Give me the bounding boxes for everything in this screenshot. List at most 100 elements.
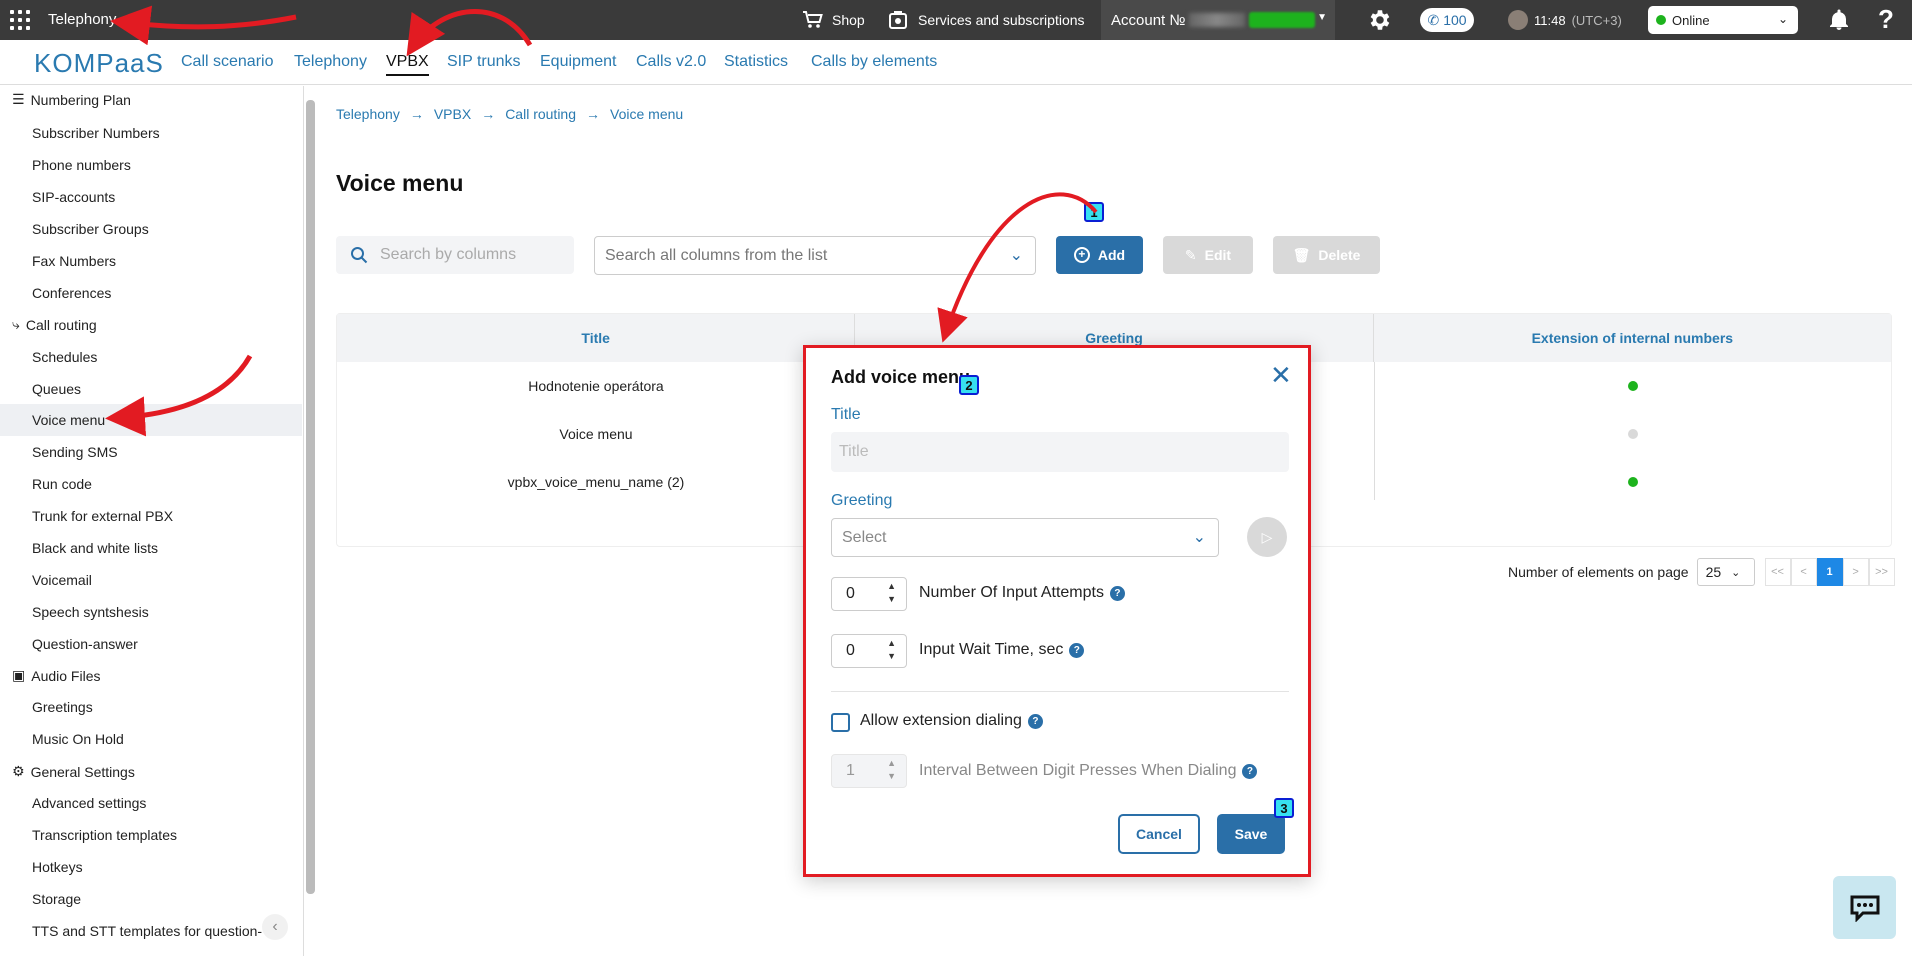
gear-icon: ⚙: [12, 763, 25, 779]
sidebar-group-general-settings[interactable]: ⚙ General Settings: [12, 763, 135, 780]
nav-calls-v2[interactable]: Calls v2.0: [636, 53, 706, 71]
sidebar-item-fax-numbers[interactable]: Fax Numbers: [0, 245, 302, 277]
sidebar-item-black-white-lists[interactable]: Black and white lists: [0, 532, 302, 564]
sidebar-group-call-routing[interactable]: ⤷ Call routing: [12, 316, 97, 333]
sidebar-item-transcription-templates[interactable]: Transcription templates: [0, 819, 302, 851]
sidebar-item-advanced-settings[interactable]: Advanced settings: [0, 787, 302, 819]
sidebar-scrollbar[interactable]: [306, 100, 315, 894]
title-input[interactable]: Title: [831, 432, 1289, 472]
cart-icon: [803, 11, 823, 28]
allow-extension-checkbox[interactable]: [831, 713, 850, 732]
sidebar-group-numbering-plan[interactable]: ☰ Numbering Plan: [12, 91, 131, 108]
account-number-redacted: [1189, 13, 1246, 27]
last-page-button[interactable]: >>: [1868, 558, 1895, 586]
next-page-button[interactable]: >: [1842, 558, 1869, 586]
shop-link[interactable]: Shop: [802, 0, 865, 40]
help-icon[interactable]: ?: [1242, 763, 1258, 779]
sidebar-item-sending-sms[interactable]: Sending SMS: [0, 436, 302, 468]
wait-time-stepper[interactable]: 0 ▲ ▼: [831, 634, 907, 668]
help-icon[interactable]: ?: [1109, 585, 1125, 601]
nav-statistics[interactable]: Statistics: [724, 53, 788, 71]
chevron-down-icon: ⌄: [1777, 12, 1788, 26]
gear-icon[interactable]: [1366, 7, 1392, 33]
chat-widget-button[interactable]: [1833, 876, 1896, 939]
arrow-right-icon: →: [409, 106, 424, 122]
phone-icon: ✆: [1427, 11, 1440, 28]
logo[interactable]: KOMPaaS: [34, 48, 164, 79]
shop-label: Shop: [832, 12, 865, 28]
stepper-arrows-icon[interactable]: ▲ ▼: [887, 757, 896, 783]
nav-telephony[interactable]: Telephony: [294, 53, 367, 71]
nav-sip-trunks[interactable]: SIP trunks: [447, 53, 521, 71]
nav-equipment[interactable]: Equipment: [540, 53, 617, 71]
help-icon[interactable]: ?: [1069, 642, 1085, 658]
bell-icon[interactable]: [1827, 8, 1851, 32]
help-icon[interactable]: ?: [1878, 4, 1894, 35]
greeting-select[interactable]: Select ⌄: [831, 518, 1219, 557]
nav-calls-by-elements[interactable]: Calls by elements: [811, 53, 937, 71]
page-1-button[interactable]: 1: [1816, 558, 1843, 586]
sidebar-item-music-on-hold[interactable]: Music On Hold: [0, 723, 302, 755]
stepper-arrows-icon[interactable]: ▲ ▼: [887, 580, 896, 606]
search-input[interactable]: Search by columns: [336, 236, 574, 274]
input-attempts-stepper[interactable]: 0 ▲ ▼: [831, 577, 907, 611]
status-dot: [1656, 15, 1666, 25]
sidebar-item-subscriber-groups[interactable]: Subscriber Groups: [0, 213, 302, 245]
sidebar-item-sip-accounts[interactable]: SIP-accounts: [0, 181, 302, 213]
services-link[interactable]: Services and subscriptions: [888, 0, 1085, 40]
edit-button[interactable]: ✎ Edit: [1163, 236, 1253, 274]
pagination: Number of elements on page 25 ⌄ << < 1 >…: [1508, 558, 1895, 586]
stepper-arrows-icon[interactable]: ▲ ▼: [887, 637, 896, 663]
close-icon[interactable]: ✕: [1270, 360, 1292, 391]
nav-call-scenario[interactable]: Call scenario: [181, 53, 273, 71]
sidebar-item-hotkeys[interactable]: Hotkeys: [0, 851, 302, 883]
user-time[interactable]: 11:48 (UTC+3): [1508, 0, 1622, 40]
extension-status-dot: [1628, 381, 1638, 391]
sidebar-item-question-answer[interactable]: Question-answer: [0, 628, 302, 660]
chevron-down-icon: ⌄: [1731, 566, 1741, 579]
sidebar-item-subscriber-numbers[interactable]: Subscriber Numbers: [0, 117, 302, 149]
play-button[interactable]: ▷: [1247, 517, 1287, 557]
sidebar-item-voice-menu[interactable]: Voice menu: [0, 404, 302, 436]
first-page-button[interactable]: <<: [1764, 558, 1791, 586]
sidebar-item-run-code[interactable]: Run code: [0, 468, 302, 500]
sidebar-group-audio-files[interactable]: ▣ Audio Files: [12, 667, 101, 684]
attempts-value: 0: [846, 585, 855, 602]
breadcrumb-voice-menu[interactable]: Voice menu: [610, 106, 683, 122]
delete-button[interactable]: 🗑 Delete: [1273, 236, 1380, 274]
annotation-badge-2: 2: [959, 375, 979, 395]
columns-select[interactable]: Search all columns from the list ⌄: [594, 236, 1036, 275]
digit-interval-stepper[interactable]: 1 ▲ ▼: [831, 754, 907, 788]
sidebar-item-greetings[interactable]: Greetings: [0, 691, 302, 723]
active-calls-pill[interactable]: ✆ 100: [1420, 8, 1474, 32]
page-size-select[interactable]: 25 ⌄: [1696, 558, 1755, 586]
sidebar-item-queues[interactable]: Queues: [0, 373, 302, 405]
sidebar-item-storage[interactable]: Storage: [0, 883, 302, 915]
save-button[interactable]: Save: [1217, 814, 1285, 854]
sidebar-item-speech-synthesis[interactable]: Speech syntshesis: [0, 596, 302, 628]
search-icon: [351, 247, 368, 264]
sidebar-item-tts-stt-templates[interactable]: TTS and STT templates for question-: [0, 915, 302, 947]
column-header-title[interactable]: Title: [337, 314, 856, 362]
cell-title: Voice menu: [559, 426, 633, 442]
breadcrumb-vpbx[interactable]: VPBX: [434, 106, 471, 122]
services-label: Services and subscriptions: [918, 12, 1085, 28]
sidebar-item-schedules[interactable]: Schedules: [0, 341, 302, 373]
sidebar-item-voicemail[interactable]: Voicemail: [0, 564, 302, 596]
nav-vpbx[interactable]: VPBX: [386, 53, 429, 76]
apps-grid-icon[interactable]: [10, 10, 30, 30]
prev-page-button[interactable]: <: [1790, 558, 1817, 586]
add-button[interactable]: + Add: [1056, 236, 1143, 274]
sidebar-item-phone-numbers[interactable]: Phone numbers: [0, 149, 302, 181]
help-icon[interactable]: ?: [1027, 713, 1043, 729]
breadcrumb-call-routing[interactable]: Call routing: [505, 106, 576, 122]
sidebar-item-trunk-external-pbx[interactable]: Trunk for external PBX: [0, 500, 302, 532]
timezone: (UTC+3): [1571, 12, 1622, 28]
cancel-button[interactable]: Cancel: [1118, 814, 1200, 854]
sidebar-collapse-button[interactable]: ‹: [262, 914, 288, 940]
column-header-extension[interactable]: Extension of internal numbers: [1374, 314, 1891, 362]
sidebar-item-conferences[interactable]: Conferences: [0, 277, 302, 309]
status-select[interactable]: Online ⌄: [1648, 6, 1798, 34]
breadcrumb-telephony[interactable]: Telephony: [336, 106, 400, 122]
account-selector[interactable]: Account № ▼: [1101, 0, 1335, 40]
